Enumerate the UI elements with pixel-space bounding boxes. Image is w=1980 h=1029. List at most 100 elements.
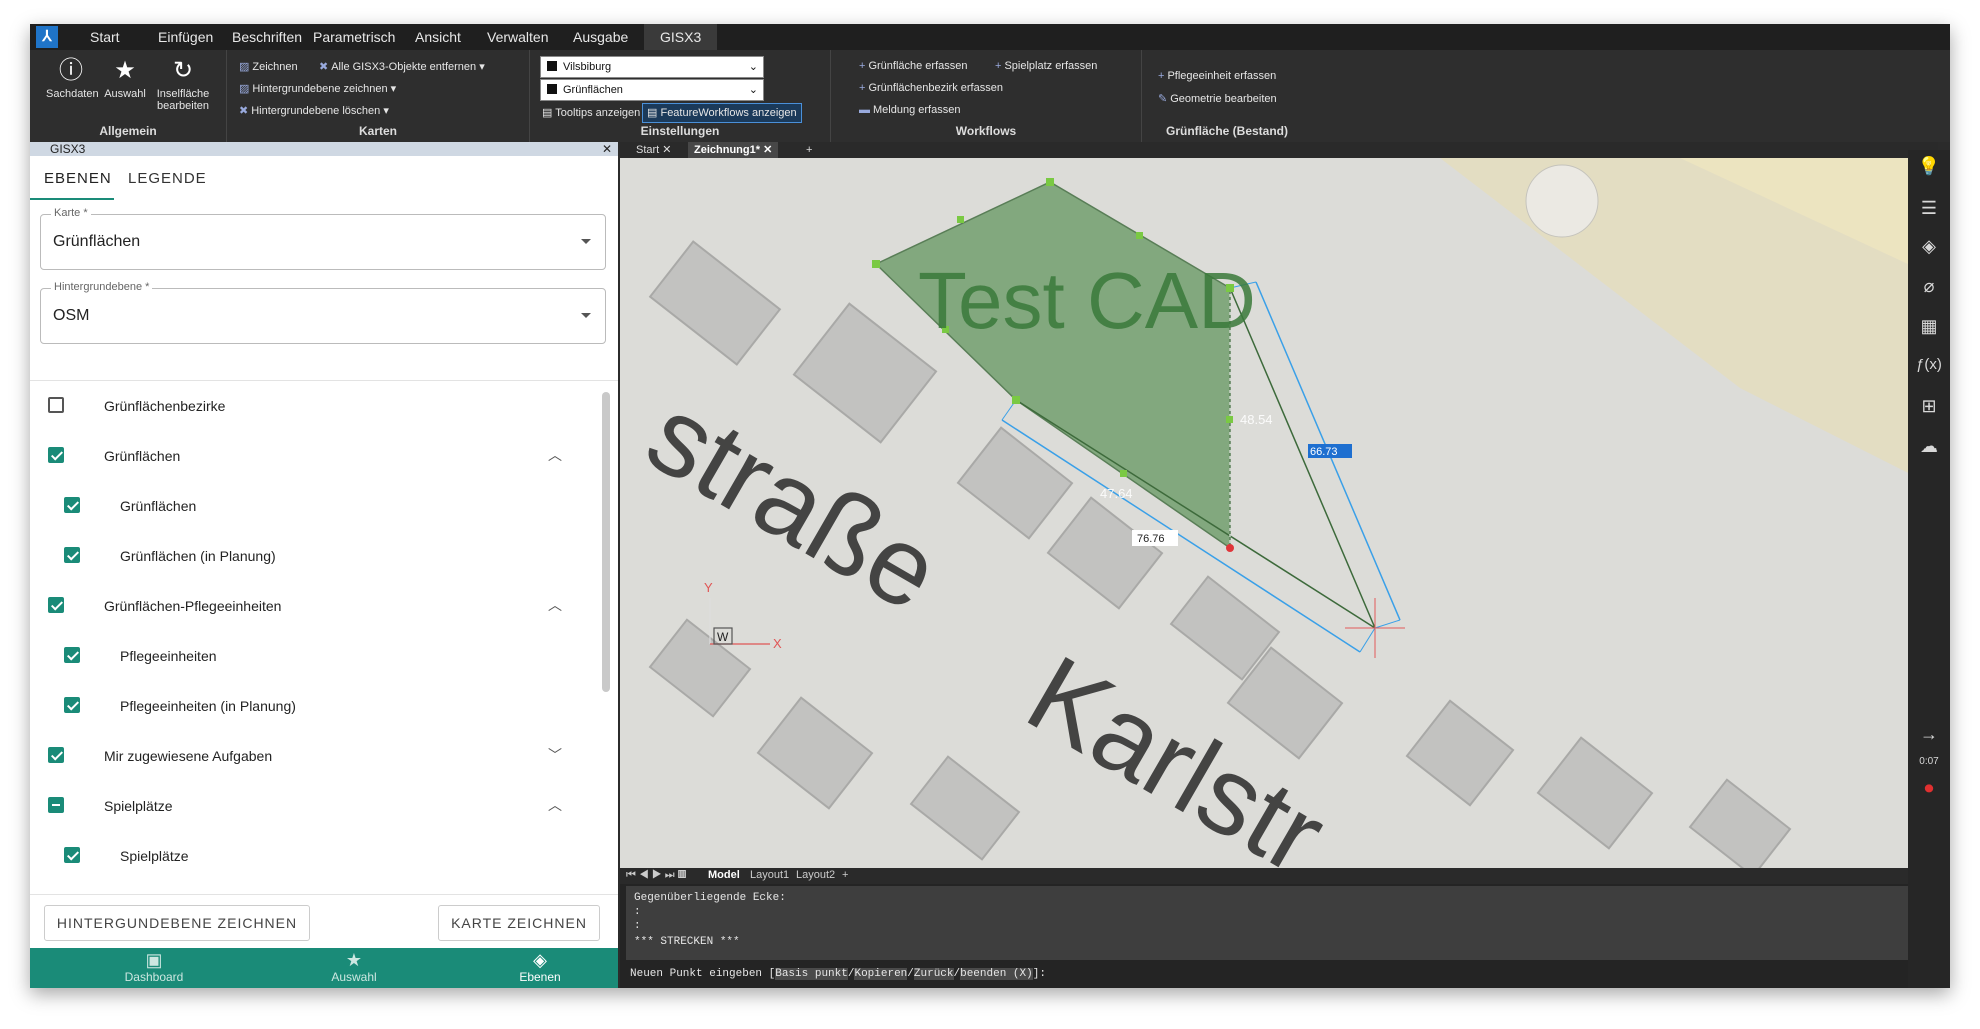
active-grip[interactable] bbox=[1226, 544, 1234, 552]
history-line: *** STRECKEN *** bbox=[634, 936, 740, 948]
tab-zeichnung1[interactable]: Zeichnung1* ✕ bbox=[688, 142, 779, 158]
chevron-up-icon[interactable]: ︿ bbox=[548, 595, 562, 615]
cloud-upload-icon[interactable]: ☁ bbox=[1908, 436, 1950, 457]
chevron-down-icon: ⌄ bbox=[748, 84, 758, 96]
chevron-down-icon[interactable]: ﹀ bbox=[548, 745, 562, 765]
close-icon[interactable]: ✕ bbox=[763, 144, 772, 156]
hg-loeschen-label: Hintergrundebene löschen bbox=[251, 105, 381, 117]
layer-item[interactable]: Spielplätze bbox=[30, 831, 600, 881]
nav-auswahl[interactable]: ★ Auswahl bbox=[294, 950, 414, 984]
layer-item[interactable]: Grünflächenbezirke bbox=[30, 381, 600, 431]
layer-checkbox[interactable] bbox=[64, 697, 80, 713]
hg-zeichnen-button[interactable]: ▨ Hintergrundebene zeichnen ▾ bbox=[239, 82, 396, 95]
pflegeeinheit-erfassen-button[interactable]: + Pflegeeinheit erfassen bbox=[1158, 70, 1276, 82]
gemeinde-select[interactable]: Vilsbiburg ⌄ bbox=[540, 56, 764, 78]
function-icon[interactable]: ƒ(x) bbox=[1908, 356, 1950, 373]
option-kopieren[interactable]: Kopieren bbox=[854, 968, 908, 980]
tab-ebenen[interactable]: EBENEN bbox=[44, 170, 112, 187]
panel-titlebar: GISX3 ✕ bbox=[30, 142, 618, 156]
layer-item[interactable]: Mir zugewiesene Aufgaben ﹀ bbox=[30, 731, 600, 781]
geometrie-bearbeiten-button[interactable]: ✎ Geometrie bearbeiten bbox=[1158, 92, 1277, 105]
layer-checkbox[interactable] bbox=[48, 597, 64, 613]
add-layout-button[interactable]: + bbox=[842, 869, 848, 881]
record-stop-icon[interactable]: ⏺ bbox=[1908, 778, 1950, 799]
hatch-icon[interactable]: ▦ bbox=[1908, 316, 1950, 337]
sachdaten-button[interactable]: ⓘ Sachdaten bbox=[46, 58, 99, 101]
layer-checkbox[interactable] bbox=[64, 547, 80, 563]
menu-beschriften[interactable]: Beschriften bbox=[232, 29, 302, 45]
entfernen-button[interactable]: ✖ Alle GISX3-Objekte entfernen ▾ bbox=[319, 60, 485, 73]
dim-value-input[interactable]: 66.73 bbox=[1310, 446, 1338, 458]
karte-select[interactable]: Karte * Grünflächen bbox=[40, 207, 606, 270]
tab-start[interactable]: Start ✕ bbox=[630, 142, 678, 158]
chevron-up-icon[interactable]: ︿ bbox=[548, 795, 562, 815]
option-zurueck[interactable]: Zurück bbox=[913, 968, 954, 980]
tab-model[interactable]: Model bbox=[708, 869, 740, 881]
new-tab-button[interactable]: + bbox=[800, 142, 818, 158]
navigation-compass[interactable] bbox=[1525, 164, 1599, 238]
layer-item[interactable]: Grünflächen (in Planung) bbox=[30, 531, 600, 581]
layer-item[interactable]: Grünflächen bbox=[30, 481, 600, 531]
close-icon[interactable]: ✕ bbox=[602, 142, 612, 156]
lightbulb-icon[interactable]: 💡 bbox=[1908, 156, 1950, 177]
menu-parametrisch[interactable]: Parametrisch bbox=[313, 29, 395, 45]
menu-start[interactable]: Start bbox=[90, 29, 120, 45]
layers-icon[interactable]: ◈ bbox=[1908, 236, 1950, 257]
gruenflaeche-erfassen-button[interactable]: + Grünfläche erfassen bbox=[859, 60, 968, 72]
auswahl-button[interactable]: ★ Auswahl bbox=[100, 58, 150, 101]
layout-nav-buttons[interactable]: ⏮ ◀ ▶ ⏭ ▦ bbox=[626, 869, 686, 882]
attachment-icon[interactable]: ⌀ bbox=[1908, 276, 1950, 297]
menu-verwalten[interactable]: Verwalten bbox=[487, 29, 548, 45]
zeichnen-button[interactable]: ▨ Zeichnen bbox=[239, 60, 298, 73]
layer-checkbox[interactable] bbox=[48, 447, 64, 463]
spielplatz-erfassen-button[interactable]: + Spielplatz erfassen bbox=[995, 60, 1097, 72]
thema-select[interactable]: Grünflächen ⌄ bbox=[540, 79, 764, 101]
arrow-right-icon[interactable]: → bbox=[1908, 724, 1950, 745]
layer-item[interactable]: Pflegeeinheiten bbox=[30, 631, 600, 681]
layer-checkbox[interactable] bbox=[64, 497, 80, 513]
inselflaeche-button[interactable]: ↻ Inselfläche bearbeiten bbox=[154, 58, 212, 113]
command-prompt[interactable]: Neuen Punkt eingeben [Basis punkt/Kopier… bbox=[630, 968, 1046, 980]
chevron-up-icon[interactable]: ︿ bbox=[548, 445, 562, 465]
tab-layout1[interactable]: Layout1 bbox=[750, 869, 789, 881]
cad-text[interactable]: Test CAD bbox=[918, 256, 1256, 345]
drawing-canvas[interactable]: straße Karlstr Test CAD 66.73 48.54 47.6… bbox=[620, 158, 1938, 868]
layer-item[interactable]: Pflegeeinheiten (in Planung) bbox=[30, 681, 600, 731]
hg-loeschen-button[interactable]: ✖ Hintergrundebene löschen ▾ bbox=[239, 104, 389, 117]
close-icon[interactable]: ✕ bbox=[662, 144, 671, 156]
thema-value: Grünflächen bbox=[563, 84, 623, 96]
layer-checkbox[interactable] bbox=[64, 847, 80, 863]
remove-icon: ✖ bbox=[239, 105, 249, 117]
option-basis-punkt[interactable]: Basis punkt bbox=[775, 968, 848, 980]
layer-checkbox[interactable] bbox=[48, 397, 64, 413]
layer-checkbox[interactable] bbox=[64, 647, 80, 663]
layer-item[interactable]: Spielplätze ︿ bbox=[30, 781, 600, 831]
menu-gisx3[interactable]: GISX3 bbox=[644, 24, 718, 50]
prompt-end: ]: bbox=[1032, 968, 1046, 980]
folder-icon bbox=[547, 61, 557, 71]
app-logo[interactable]: ⅄ bbox=[36, 26, 58, 48]
layer-label: Pflegeeinheiten bbox=[120, 648, 217, 664]
tooltips-toggle[interactable]: ▤ Tooltips anzeigen bbox=[538, 104, 644, 122]
featureworkflows-toggle[interactable]: ▤ FeatureWorkflows anzeigen bbox=[642, 103, 802, 123]
tab-layout2[interactable]: Layout2 bbox=[796, 869, 835, 881]
tab-legende[interactable]: LEGENDE bbox=[128, 170, 207, 187]
hintergrundebene-select[interactable]: Hintergrundebene * OSM bbox=[40, 281, 606, 344]
layer-item[interactable]: Grünflächen ︿ bbox=[30, 431, 600, 481]
menu-ansicht[interactable]: Ansicht bbox=[415, 29, 461, 45]
bezirk-erfassen-button[interactable]: + Grünflächenbezirk erfassen bbox=[859, 82, 1003, 94]
nav-ebenen[interactable]: ◈ Ebenen bbox=[480, 950, 600, 984]
option-beenden[interactable]: beenden (X) bbox=[960, 968, 1033, 980]
layer-checkbox[interactable] bbox=[48, 797, 64, 813]
layer-item[interactable]: Grünflächen-Pflegeeinheiten ︿ bbox=[30, 581, 600, 631]
menu-ausgabe[interactable]: Ausgabe bbox=[573, 29, 628, 45]
karte-zeichnen-button[interactable]: KARTE ZEICHNEN bbox=[438, 905, 600, 941]
layer-checkbox[interactable] bbox=[48, 747, 64, 763]
hintergrundebene-zeichnen-button[interactable]: HINTERGUNDEBENE ZEICHNEN bbox=[44, 905, 310, 941]
settings-sliders-icon[interactable]: ☰ bbox=[1908, 198, 1950, 219]
menu-einfuegen[interactable]: Einfügen bbox=[158, 29, 213, 45]
tree-icon[interactable]: ⊞ bbox=[1908, 396, 1950, 417]
layer-list-scrollbar[interactable] bbox=[602, 392, 610, 692]
nav-dashboard[interactable]: ▣ Dashboard bbox=[94, 950, 214, 984]
meldung-erfassen-button[interactable]: ▬ Meldung erfassen bbox=[859, 104, 960, 116]
